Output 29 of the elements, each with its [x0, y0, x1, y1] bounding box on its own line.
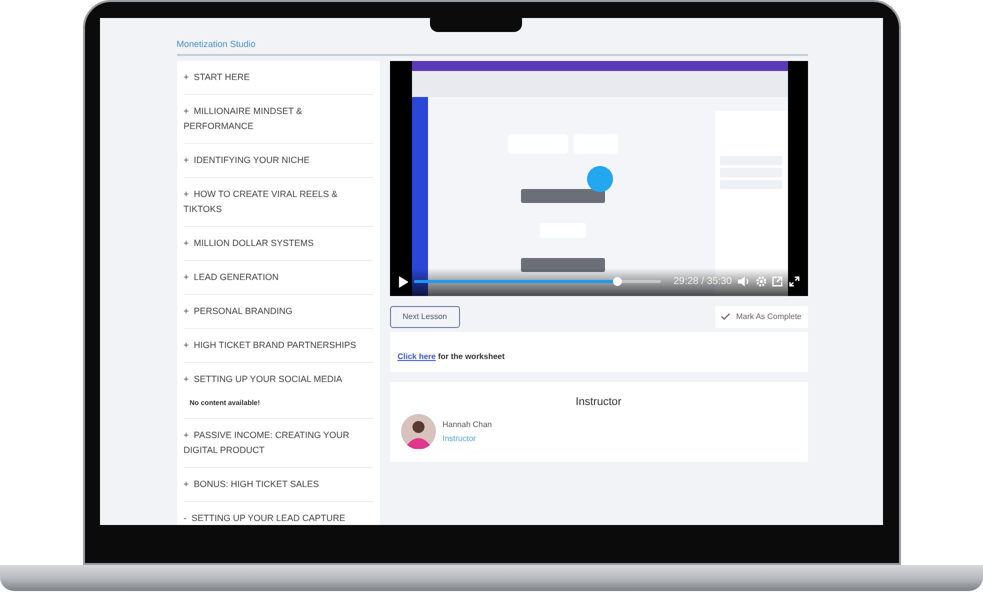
module-item[interactable]: + IDENTIFYING YOUR NICHE — [184, 152, 372, 168]
module-item[interactable]: + HIGH TICKET BRAND PARTNERSHIPS — [184, 338, 372, 352]
next-lesson-button[interactable]: Next Lesson — [390, 306, 460, 328]
popout-icon[interactable] — [772, 276, 783, 287]
instructor-role: Instructor — [442, 432, 477, 444]
module-item[interactable]: + PERSONAL BRANDING — [184, 304, 372, 318]
worksheet-text: Click here for the worksheet — [398, 350, 505, 362]
instructor-heading: Instructor — [574, 394, 622, 410]
check-icon — [721, 313, 730, 320]
module-item[interactable]: + HOW TO CREATE VIRAL REELS & TIKTOKS — [184, 186, 372, 216]
play-icon[interactable] — [398, 276, 408, 288]
video-time: 29:28 / 35:30 — [673, 275, 732, 289]
module-item[interactable]: + PASSIVE INCOME: CREATING YOUR DIGITAL PRODUCT — [184, 428, 372, 458]
volume-icon[interactable] — [738, 276, 750, 287]
fullscreen-icon[interactable] — [788, 276, 800, 287]
mark-complete-button[interactable]: Mark As Complete — [715, 306, 808, 328]
avatar — [400, 414, 436, 449]
module-item[interactable]: + LEAD GENERATION — [184, 270, 372, 284]
instructor-name: Hannah Chan — [442, 418, 492, 430]
module-item[interactable]: + BONUS: HIGH TICKET SALES — [184, 477, 372, 492]
module-item[interactable]: + START HERE — [184, 70, 372, 84]
button-label: Mark As Complete — [736, 310, 802, 322]
worksheet-link[interactable]: Click here — [398, 352, 436, 360]
module-item[interactable]: - SETTING UP YOUR LEAD CAPTURE — [184, 511, 372, 525]
module-item[interactable]: + MILLIONAIRE MINDSET & PERFORMANCE — [184, 104, 372, 134]
module-item[interactable]: + MILLION DOLLAR SYSTEMS — [184, 236, 372, 250]
module-item[interactable]: + SETTING UP YOUR SOCIAL MEDIA — [184, 372, 372, 386]
progress-track[interactable] — [414, 280, 662, 283]
settings-icon[interactable] — [756, 276, 766, 287]
